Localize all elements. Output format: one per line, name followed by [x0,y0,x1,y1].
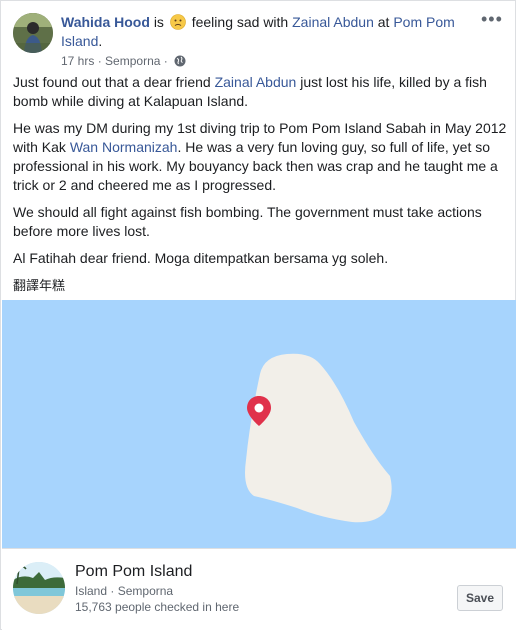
place-checkins: 15,763 people checked in here [75,600,240,614]
post-paragraph-4: Al Fatihah dear friend. Moga ditempatkan… [13,250,389,266]
place-category: Island · Semporna [75,583,173,599]
meta-separator: · [97,54,102,68]
more-options-icon[interactable]: ••• [481,10,503,29]
place-thumbnail[interactable] [13,562,65,614]
post-header: Wahida Hood is feeling sad with Zainal A… [13,10,503,69]
save-button[interactable]: Save [457,585,503,611]
zainal-abdun-link[interactable]: Zainal Abdun [215,74,297,90]
author-avatar[interactable] [13,13,53,53]
at-text: at [377,14,390,30]
place-category-text: Island [75,584,108,598]
location-suffix: . [98,33,103,49]
map-graphic [2,300,516,548]
post-paragraph-2: He was my DM during my 1st diving trip t… [13,119,507,195]
feeling-text: feeling sad with [191,14,289,30]
place-city: Semporna [117,584,174,598]
p1-text-before: Just found out that a dear friend [13,74,215,90]
post-body: Just found out that a dear friend Zainal… [13,73,507,295]
translate-link[interactable]: 翻譯年糕 [13,276,507,295]
wan-normanizah-link[interactable]: Wan Normanizah [70,139,178,155]
meta-separator-2: · [163,54,168,68]
post-paragraph-3: We should all fight against fish bombing… [13,204,482,239]
facebook-post: Wahida Hood is feeling sad with Zainal A… [0,0,516,630]
post-paragraph-1: Just found out that a dear friend Zainal… [13,73,507,111]
author-name-link[interactable]: Wahida Hood [61,14,150,30]
post-place-link[interactable]: Semporna [105,54,160,68]
place-card[interactable]: Pom Pom Island Island · Semporna 15,763 … [2,548,516,630]
is-text: is [153,14,164,30]
location-map[interactable] [2,300,516,548]
tagged-person-link[interactable]: Zainal Abdun [292,14,374,30]
place-title-link[interactable]: Pom Pom Island [75,562,192,582]
place-separator: · [110,584,115,598]
post-meta: 17 hrs · Semporna · [61,53,186,69]
post-headline: Wahida Hood is feeling sad with Zainal A… [61,13,481,51]
globe-icon[interactable] [174,55,186,67]
sad-face-icon [170,14,186,30]
post-time-link[interactable]: 17 hrs [61,54,94,68]
